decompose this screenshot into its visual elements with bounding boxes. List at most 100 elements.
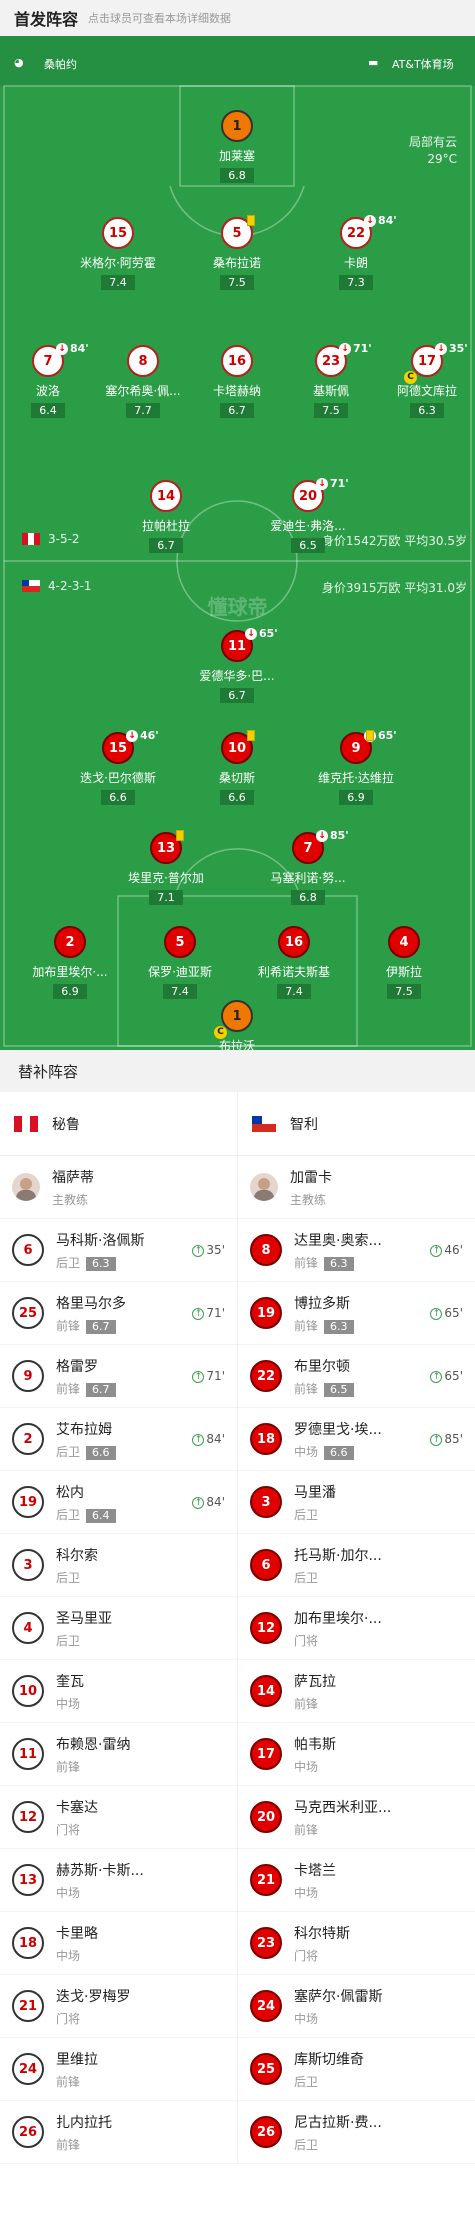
player-name: 马科斯·洛佩斯 — [56, 1232, 145, 1249]
player[interactable]: 22 ↓ 84' 卡朗 7.3 — [296, 214, 416, 290]
coach-row[interactable]: 加雷卡 主教练 — [238, 1156, 475, 1219]
sub-player-row[interactable]: 23 科尔特斯 门将 — [238, 1912, 475, 1975]
player-number: 6 — [250, 1549, 282, 1581]
sub-player-row[interactable]: 26 扎内拉托 前锋 — [0, 2101, 237, 2164]
player-name: 阿德文库拉 — [396, 384, 457, 398]
sub-player-row[interactable]: 21 迭戈·罗梅罗 门将 — [0, 1975, 237, 2038]
player-position: 中场 6.6 — [294, 1443, 382, 1460]
sub-out-indicator: ↓ 46' — [126, 729, 159, 742]
sub-player-row[interactable]: 12 加布里埃尔·... 门将 — [238, 1597, 475, 1660]
player-rating: 6.3 — [324, 1319, 354, 1334]
sub-out-icon: ↓ — [435, 343, 447, 355]
player-number: 9 — [12, 1360, 44, 1392]
player[interactable]: 17 ↓ 35' C 阿德文库拉 6.3 — [367, 342, 475, 418]
player-name: 迭戈·巴尔德斯 — [80, 771, 156, 785]
player-name: 布赖恩·雷纳 — [56, 1736, 131, 1753]
player[interactable]: 1 加莱塞 6.8 — [177, 110, 297, 183]
player[interactable]: 2 加布里埃尔·... 6.9 — [10, 926, 130, 999]
subs-peru: 福萨蒂 主教练 6 马科斯·洛佩斯 后卫 6.3 ↑ 35' 25 格里马尔多 前锋 6.7 ↑ 71' 9… — [0, 1156, 238, 2164]
player-rating: 6.5 — [291, 538, 325, 553]
captain-badge: C — [214, 1026, 227, 1039]
player-position: 中场 — [294, 1759, 319, 1774]
player-name: 格里马尔多 — [56, 1295, 126, 1312]
player[interactable]: 9↓65' 维克托·达维拉 6.9 — [296, 729, 416, 805]
sub-player-row[interactable]: 8 达里奥·奥索... 前锋 6.3 ↑ 46' — [238, 1219, 475, 1282]
player-name: 布里尔顿 — [294, 1358, 350, 1375]
player[interactable]: 11 ↓ 65' 爱德华多·巴... 6.7 — [177, 627, 297, 703]
team-chile: 智利 — [238, 1092, 475, 1155]
player[interactable]: 1C布拉沃⭐8.1 — [177, 1000, 297, 1050]
sub-player-row[interactable]: 25 库斯切维奇 后卫 — [238, 2038, 475, 2101]
player-rating: 6.4 — [31, 403, 65, 418]
sub-player-row[interactable]: 10 奎瓦 中场 — [0, 1660, 237, 1723]
sub-player-row[interactable]: 21 卡塔兰 中场 — [238, 1849, 475, 1912]
sub-player-row[interactable]: 13 赫苏斯·卡斯... 中场 — [0, 1849, 237, 1912]
sub-player-row[interactable]: 19 松内 后卫 6.4 ↑ 84' — [0, 1471, 237, 1534]
sub-player-row[interactable]: 22 布里尔顿 前锋 6.5 ↑ 65' — [238, 1345, 475, 1408]
player-rating: 6.6 — [86, 1445, 116, 1460]
player[interactable]: 13 埃里克·普尔加 7.1 — [106, 830, 226, 905]
sub-player-row[interactable]: 19 博拉多斯 前锋 6.3 ↑ 65' — [238, 1282, 475, 1345]
player-rating: 6.6 — [101, 790, 135, 805]
coach-row[interactable]: 福萨蒂 主教练 — [0, 1156, 237, 1219]
player[interactable]: 10 桑切斯 6.6 — [177, 730, 297, 805]
sub-in-time: ↑ 84' — [192, 1432, 225, 1446]
sub-player-row[interactable]: 12 卡塞达 门将 — [0, 1786, 237, 1849]
sub-player-row[interactable]: 11 布赖恩·雷纳 前锋 — [0, 1723, 237, 1786]
sub-player-row[interactable]: 14 萨瓦拉 前锋 — [238, 1660, 475, 1723]
player-name: 博拉多斯 — [294, 1295, 350, 1312]
sub-player-row[interactable]: 24 里维拉 前锋 — [0, 2038, 237, 2101]
sub-player-row[interactable]: 18 卡里略 中场 — [0, 1912, 237, 1975]
player-rating: 6.7 — [86, 1382, 116, 1397]
player-number: 16 — [221, 345, 253, 377]
player-name: 圣马里亚 — [56, 1610, 112, 1627]
sub-in-icon: ↑ — [192, 1245, 205, 1257]
player-number: 12 — [250, 1612, 282, 1644]
player-name: 科尔索 — [56, 1547, 98, 1564]
player-name: 里维拉 — [56, 2051, 98, 2068]
sub-player-row[interactable]: 18 罗德里戈·埃... 中场 6.6 ↑ 85' — [238, 1408, 475, 1471]
player-number: 22 ↓ 84' — [340, 214, 397, 249]
sub-in-icon: ↑ — [192, 1497, 205, 1509]
player-name: 托马斯·加尔... — [294, 1547, 382, 1564]
player-number: 7 ↓ 85' — [292, 829, 349, 864]
player[interactable]: 20 ↓ 71' 爱迪生·弗洛... 6.5 — [248, 477, 368, 553]
sub-player-row[interactable]: 2 艾布拉姆 后卫 6.6 ↑ 84' — [0, 1408, 237, 1471]
sub-player-row[interactable]: 20 马克西米利亚... 前锋 — [238, 1786, 475, 1849]
sub-player-row[interactable]: 3 科尔索 后卫 — [0, 1534, 237, 1597]
player[interactable]: 15 米格尔·阿劳霍 7.4 — [58, 217, 178, 290]
player-number: 14 — [150, 480, 182, 512]
sub-player-row[interactable]: 25 格里马尔多 前锋 6.7 ↑ 71' — [0, 1282, 237, 1345]
sub-player-row[interactable]: 9 格雷罗 前锋 6.7 ↑ 71' — [0, 1345, 237, 1408]
subs-section-title: 替补阵容 — [0, 1050, 475, 1092]
player-number: 1C — [214, 1000, 253, 1039]
player-name: 加布里埃尔·... — [32, 965, 108, 979]
player[interactable]: 15 ↓ 46' 迭戈·巴尔德斯 6.6 — [58, 729, 178, 805]
player-number: 5 — [221, 215, 255, 249]
player[interactable]: 4 伊斯拉 7.5 — [344, 926, 464, 999]
player[interactable]: 5 保罗·迪亚斯 7.4 — [120, 926, 240, 999]
sub-player-row[interactable]: 17 帕韦斯 中场 — [238, 1723, 475, 1786]
player-name: 拉帕杜拉 — [141, 519, 190, 533]
player-number: 15 — [102, 217, 134, 249]
sub-in-time: ↑ 65' — [430, 1369, 463, 1383]
player[interactable]: 16 利希诺夫斯基 7.4 — [234, 926, 354, 999]
player-position: 后卫 — [294, 1507, 319, 1522]
player-number: 13 — [150, 830, 184, 864]
player[interactable]: 5 桑布拉诺 7.5 — [177, 215, 297, 290]
sub-player-row[interactable]: 24 塞萨尔·佩雷斯 中场 — [238, 1975, 475, 2038]
chile-flag-icon — [22, 580, 40, 592]
player[interactable]: 7 ↓ 85' 马塞利诺·努... 6.8 — [248, 829, 368, 905]
player-name: 卡塞达 — [56, 1799, 98, 1816]
sub-player-row[interactable]: 3 马里潘 后卫 — [238, 1471, 475, 1534]
player-rating: 7.5 — [387, 984, 421, 999]
sub-player-row[interactable]: 4 圣马里亚 后卫 — [0, 1597, 237, 1660]
sub-player-row[interactable]: 6 托马斯·加尔... 后卫 — [238, 1534, 475, 1597]
referee-name: 桑帕约 — [44, 58, 77, 71]
player-position: 中场 — [56, 1885, 81, 1900]
sub-player-row[interactable]: 26 尼古拉斯·费... 后卫 — [238, 2101, 475, 2164]
player[interactable]: 14 拉帕杜拉 6.7 — [106, 480, 226, 553]
player-name: 扎内拉托 — [56, 2114, 112, 2131]
sub-player-row[interactable]: 6 马科斯·洛佩斯 后卫 6.3 ↑ 35' — [0, 1219, 237, 1282]
player-rating: 7.7 — [126, 403, 160, 418]
